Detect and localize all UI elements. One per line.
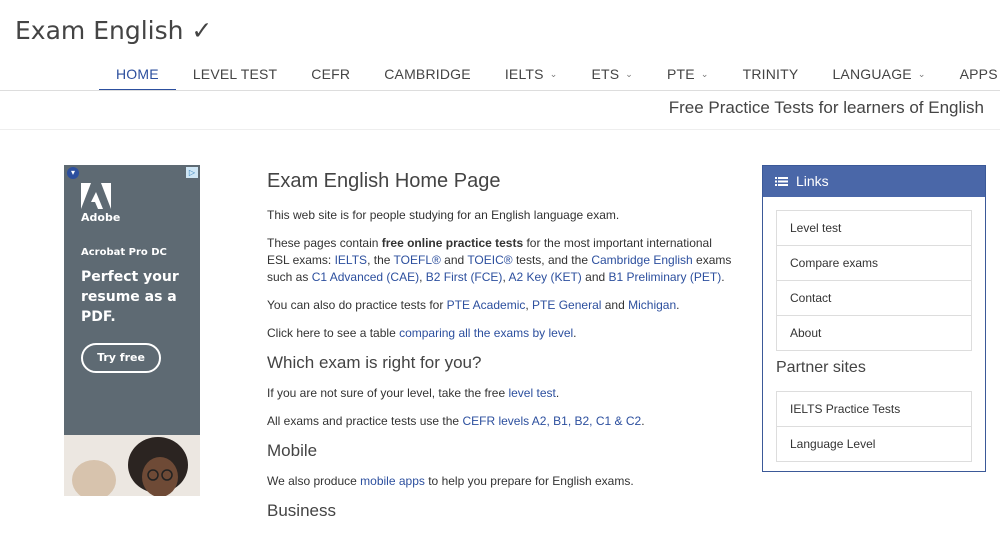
- nav-level-test[interactable]: LEVEL TEST: [176, 56, 294, 91]
- mobile-apps-link[interactable]: mobile apps: [360, 474, 425, 488]
- nav-apps-label: APPS: [959, 66, 998, 82]
- text: to help you prepare for English exams.: [424, 474, 634, 488]
- nav-level-test-label: LEVEL TEST: [192, 66, 278, 82]
- text: .: [721, 270, 725, 284]
- text: You can also do practice tests for: [267, 298, 447, 312]
- adobe-logo-icon: [81, 183, 111, 209]
- cambridge-link[interactable]: Cambridge English: [591, 253, 692, 267]
- text: .: [676, 298, 680, 312]
- intro-paragraph: This web site is for people studying for…: [267, 208, 620, 222]
- chevron-down-icon: ⌄: [625, 69, 634, 79]
- text: tests, and the: [512, 253, 592, 267]
- links-panel: Links Level test Compare exams Contact A…: [762, 165, 986, 472]
- sidebar-link-about[interactable]: About: [777, 316, 971, 350]
- c1-advanced-link[interactable]: C1 Advanced (CAE): [312, 270, 419, 284]
- links-header-label: Links: [796, 173, 829, 189]
- text: and: [440, 253, 468, 267]
- text: ,: [419, 270, 426, 284]
- partner-link-language-level[interactable]: Language Level: [777, 427, 971, 461]
- nav-cambridge-label: CAMBRIDGE: [384, 66, 471, 82]
- b1-preliminary-link[interactable]: B1 Preliminary (PET): [609, 270, 722, 284]
- chevron-down-icon: ⌄: [549, 69, 558, 79]
- main-nav: HOME LEVEL TEST CEFR CAMBRIDGE IELTS ⌄ ET…: [99, 56, 1000, 91]
- partner-list: IELTS Practice Tests Language Level: [776, 391, 972, 462]
- site-title[interactable]: Exam English ✓: [15, 16, 212, 45]
- pte-paragraph: You can also do practice tests for PTE A…: [267, 297, 737, 314]
- ad-product: Acrobat Pro DC: [81, 247, 167, 258]
- main-content: Exam English Home Page This web site is …: [267, 170, 737, 533]
- text: These pages contain: [267, 236, 382, 250]
- level-test-link[interactable]: level test: [508, 386, 555, 400]
- ad-brand: Adobe: [81, 211, 121, 224]
- links-panel-header: Links: [763, 166, 985, 197]
- toefl-link[interactable]: TOEFL®: [394, 253, 441, 267]
- text: We also produce: [267, 474, 361, 488]
- list-icon: [775, 176, 788, 186]
- pte-academic-link[interactable]: PTE Academic: [447, 298, 526, 312]
- ad-headline: Perfect your resume as a PDF.: [81, 269, 179, 325]
- nav-pte-label: PTE: [667, 66, 695, 82]
- person-photo-icon: [64, 435, 200, 496]
- chevron-down-icon: ⌄: [700, 69, 709, 79]
- cefr-levels-link[interactable]: CEFR levels A2, B1, B2, C1 & C2: [462, 414, 641, 428]
- pte-general-link[interactable]: PTE General: [532, 298, 601, 312]
- nav-language-label: LANGUAGE: [832, 66, 912, 82]
- nav-ets[interactable]: ETS ⌄: [574, 56, 650, 91]
- mobile-paragraph: We also produce mobile apps to help you …: [267, 473, 737, 490]
- text: All exams and practice tests use the: [267, 414, 463, 428]
- exams-paragraph: These pages contain free online practice…: [267, 235, 737, 286]
- partner-link-ielts-practice-tests[interactable]: IELTS Practice Tests: [777, 392, 971, 427]
- compare-exams-link[interactable]: comparing all the exams by level: [399, 326, 573, 340]
- nav-apps[interactable]: APPS: [943, 56, 1000, 91]
- compare-paragraph: Click here to see a table comparing all …: [267, 325, 737, 342]
- nav-language[interactable]: LANGUAGE ⌄: [815, 56, 942, 91]
- adobe-ad-banner[interactable]: ▾ ▷ Adobe Acrobat Pro DC Perfect your re…: [64, 165, 200, 435]
- a2-key-link[interactable]: A2 Key (KET): [508, 270, 581, 284]
- business-heading: Business: [267, 501, 336, 520]
- nav-ielts[interactable]: IELTS ⌄: [488, 56, 575, 91]
- text: If you are not sure of your level, take …: [267, 386, 509, 400]
- text: .: [555, 386, 560, 400]
- ad-photo[interactable]: [64, 435, 200, 496]
- header-divider: [0, 129, 1000, 130]
- nav-divider: [0, 90, 1000, 91]
- nav-home-label: HOME: [116, 66, 159, 82]
- nav-trinity-label: TRINITY: [742, 66, 799, 82]
- michigan-link[interactable]: Michigan: [628, 298, 676, 312]
- level-paragraph: If you are not sure of your level, take …: [267, 385, 737, 402]
- b2-first-link[interactable]: B2 First (FCE): [426, 270, 503, 284]
- text: and: [581, 270, 609, 284]
- page-title: Exam English Home Page: [267, 170, 501, 192]
- nav-pte[interactable]: PTE ⌄: [650, 56, 726, 91]
- sidebar-link-contact[interactable]: Contact: [777, 281, 971, 316]
- nav-cefr[interactable]: CEFR: [294, 56, 367, 91]
- text: Click here to see a table: [267, 326, 400, 340]
- ielts-link[interactable]: IELTS: [335, 253, 367, 267]
- text: .: [641, 414, 645, 428]
- partner-sites-heading: Partner sites: [776, 359, 866, 376]
- nav-trinity[interactable]: TRINITY: [726, 56, 816, 91]
- chevron-down-icon: ⌄: [917, 69, 926, 79]
- adchoices-icon[interactable]: ▷: [186, 167, 198, 178]
- cefr-paragraph: All exams and practice tests use the CEF…: [267, 413, 737, 430]
- tagline: Free Practice Tests for learners of Engl…: [668, 98, 984, 117]
- text: .: [573, 326, 577, 340]
- nav-cefr-label: CEFR: [311, 66, 351, 82]
- ad-info-icon[interactable]: ▾: [67, 167, 79, 179]
- text: and: [601, 298, 629, 312]
- nav-ielts-label: IELTS: [504, 66, 544, 82]
- nav-cambridge[interactable]: CAMBRIDGE: [367, 56, 488, 91]
- mobile-heading: Mobile: [267, 441, 318, 460]
- toeic-link[interactable]: TOEIC®: [467, 253, 512, 267]
- nav-ets-label: ETS: [591, 66, 620, 82]
- links-list: Level test Compare exams Contact About: [776, 210, 972, 351]
- which-exam-heading: Which exam is right for you?: [267, 353, 482, 372]
- bold-text: free online practice tests: [381, 236, 524, 250]
- sidebar-link-compare-exams[interactable]: Compare exams: [777, 246, 971, 281]
- ad-try-free-button[interactable]: Try free: [81, 343, 161, 373]
- text: , the: [367, 253, 394, 267]
- sidebar-link-level-test[interactable]: Level test: [777, 211, 971, 246]
- nav-home[interactable]: HOME: [99, 56, 176, 91]
